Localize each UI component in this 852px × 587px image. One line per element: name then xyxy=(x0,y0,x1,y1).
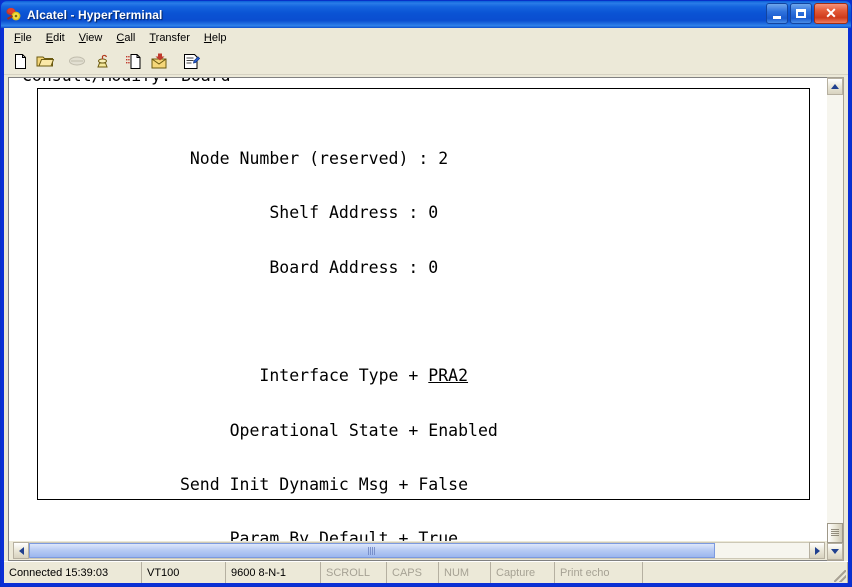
horizontal-scrollbar[interactable] xyxy=(9,541,827,560)
vertical-scroll-thumb[interactable] xyxy=(827,523,843,543)
status-caps: CAPS xyxy=(387,562,439,583)
menu-call-label: all xyxy=(124,32,136,44)
vertical-scrollbar[interactable] xyxy=(827,77,844,561)
close-button[interactable]: ✕ xyxy=(814,3,848,24)
minimize-icon xyxy=(773,15,781,19)
status-num: NUM xyxy=(439,562,491,583)
maximize-button[interactable] xyxy=(790,3,812,24)
scroll-down-button[interactable] xyxy=(827,543,843,560)
terminal-frame: Consult/Modify: Board Node Number (reser… xyxy=(8,77,827,561)
menu-transfer-label: ransfer xyxy=(155,32,190,44)
terminal-text-lines: Node Number (reserved) : 2 Shelf Address… xyxy=(9,114,827,541)
menu-help[interactable]: Help xyxy=(197,30,234,46)
menu-transfer[interactable]: Transfer xyxy=(142,30,197,46)
status-emulation: VT100 xyxy=(142,562,226,583)
status-filler xyxy=(643,562,848,583)
disconnect-icon[interactable] xyxy=(65,50,89,73)
terminal-region: Consult/Modify: Board Node Number (reser… xyxy=(4,75,848,561)
menu-call[interactable]: Call xyxy=(109,30,142,46)
horizontal-scroll-track[interactable] xyxy=(29,542,809,559)
terminal-line: Send Init Dynamic Msg + False xyxy=(21,474,469,494)
menu-help-label: elp xyxy=(211,32,227,44)
resize-grip-icon[interactable] xyxy=(834,570,846,582)
grip-icon xyxy=(368,546,377,555)
status-scroll: SCROLL xyxy=(321,562,387,583)
scroll-left-button[interactable] xyxy=(13,542,29,559)
properties-icon[interactable] xyxy=(179,50,203,73)
status-connected: Connected 15:39:03 xyxy=(4,562,142,583)
menu-file[interactable]: File xyxy=(7,30,39,46)
open-folder-icon[interactable] xyxy=(33,50,57,73)
scroll-right-button[interactable] xyxy=(809,542,825,559)
caption-button-group: ✕ xyxy=(766,3,848,24)
horizontal-scroll-thumb[interactable] xyxy=(29,543,716,558)
capture-text-icon[interactable] xyxy=(122,50,146,73)
chevron-left-icon xyxy=(18,546,24,555)
hyperterminal-window: Alcatel - HyperTerminal ✕ File Edit View… xyxy=(0,0,852,587)
status-line-settings: 9600 8-N-1 xyxy=(226,562,321,583)
maximize-icon xyxy=(796,9,806,18)
terminal-line: Param By Default + True xyxy=(21,529,459,541)
status-print-echo: Print echo xyxy=(555,562,643,583)
menu-edit-label: dit xyxy=(53,32,65,44)
panel-title: Consult/Modify: Board xyxy=(19,78,234,85)
close-icon: ✕ xyxy=(825,5,837,21)
menu-file-label: ile xyxy=(20,32,32,44)
terminal-line: Operational State + Enabled xyxy=(21,420,498,440)
status-bar: Connected 15:39:03 VT100 9600 8-N-1 SCRO… xyxy=(4,561,848,583)
chevron-up-icon xyxy=(831,84,839,89)
chevron-right-icon xyxy=(814,546,820,555)
menu-edit[interactable]: Edit xyxy=(39,30,72,46)
minimize-button[interactable] xyxy=(766,3,788,24)
new-connection-icon[interactable] xyxy=(8,50,32,73)
menu-view[interactable]: View xyxy=(72,30,110,46)
terminal-line: Board Address : 0 xyxy=(21,257,439,277)
terminal-line: Shelf Address : 0 xyxy=(21,203,439,223)
vertical-scroll-track[interactable] xyxy=(827,95,843,523)
window-title: Alcatel - HyperTerminal xyxy=(27,7,163,22)
scroll-up-button[interactable] xyxy=(827,78,843,95)
menu-view-label: iew xyxy=(85,32,103,44)
grip-icon xyxy=(831,529,839,537)
toolbar xyxy=(4,48,848,75)
terminal-line: Node Number (reserved) : 2 xyxy=(21,149,449,169)
send-file-icon[interactable] xyxy=(147,50,171,73)
call-phone-icon[interactable] xyxy=(90,50,114,73)
status-capture: Capture xyxy=(491,562,555,583)
interface-type-value: PRA2 xyxy=(428,366,469,386)
terminal-line-interface-type: Interface Type + PRA2 xyxy=(21,366,469,386)
title-bar[interactable]: Alcatel - HyperTerminal ✕ xyxy=(1,1,851,28)
modem-phone-icon xyxy=(5,6,23,24)
chevron-down-icon xyxy=(831,549,839,554)
terminal-screen[interactable]: Consult/Modify: Board Node Number (reser… xyxy=(9,78,827,541)
menu-bar: File Edit View Call Transfer Help xyxy=(4,28,848,48)
client-area: File Edit View Call Transfer Help Node N… xyxy=(4,28,848,583)
